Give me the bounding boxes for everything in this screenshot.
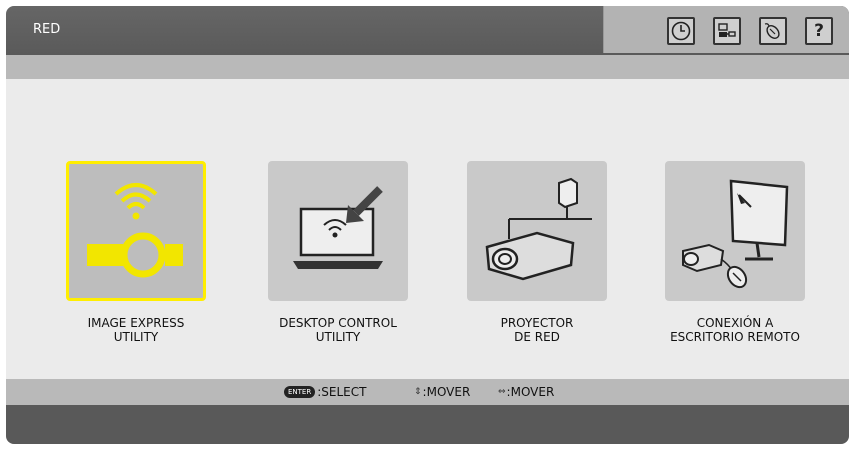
leftright-arrow-icon: ⇔ [498, 387, 506, 397]
help-icon[interactable]: ? [805, 17, 833, 45]
hint-select: ENTER :SELECT [284, 385, 366, 399]
network-projector-icon [485, 177, 592, 281]
laptop-icon [293, 186, 383, 269]
bottom-bar [6, 405, 849, 444]
clock-icon[interactable] [667, 17, 695, 45]
updown-hint-label: :MOVER [422, 385, 471, 399]
hint-move-updown: ⇕ :MOVER [414, 385, 470, 399]
tile-label-remote-desktop: CONEXIÓN A ESCRITORIO REMOTO [670, 316, 800, 344]
network-projector-tile[interactable] [467, 161, 607, 301]
image-express-icon [87, 183, 183, 278]
network-icon[interactable] [713, 17, 741, 45]
title-bar: RED ? [6, 6, 849, 55]
select-hint-label: :SELECT [317, 385, 367, 399]
menu-content: IMAGE EXPRESS UTILITY DESKTOP CONTROL UT… [6, 79, 849, 379]
tile-label-desktop-control: DESKTOP CONTROL UTILITY [279, 316, 397, 344]
menu-title: RED [33, 22, 61, 37]
remote-desktop-icon [682, 179, 789, 289]
tile-label-image-express: IMAGE EXPRESS UTILITY [87, 316, 185, 344]
mouse-icon[interactable] [759, 17, 787, 45]
enter-key-icon: ENTER [284, 386, 316, 398]
remote-desktop-tile[interactable] [665, 161, 805, 301]
desktop-control-utility-tile[interactable] [268, 161, 408, 301]
network-menu-window: RED ? IMAGE EXPRESS UTILITY DESKTOP CONT… [6, 6, 849, 444]
updown-arrow-icon: ⇕ [414, 387, 422, 397]
hint-move-leftright: ⇔ :MOVER [498, 385, 554, 399]
status-bar: ENTER :SELECT ⇕ :MOVER ⇔ :MOVER [6, 379, 849, 405]
tile-label-network-projector: PROYECTOR DE RED [500, 316, 574, 344]
toolbar: ? [603, 6, 849, 53]
sub-header-bar [6, 55, 849, 79]
image-express-utility-tile[interactable] [66, 161, 206, 301]
leftright-hint-label: :MOVER [506, 385, 555, 399]
